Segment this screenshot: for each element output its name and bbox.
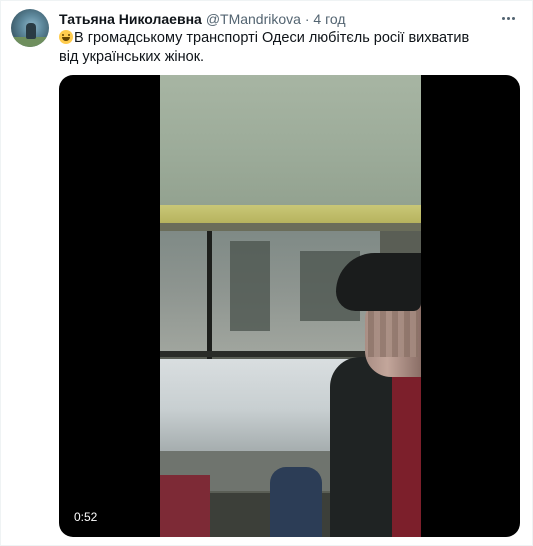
man-face-pixelated — [368, 307, 418, 357]
avatar-figure — [26, 23, 36, 39]
more-options-icon[interactable] — [496, 9, 520, 27]
tweet-header: Татьяна Николаевна @TMandrikova · 4 год — [59, 9, 346, 29]
tweet-timestamp[interactable]: 4 год — [313, 11, 345, 27]
author-display-name[interactable]: Татьяна Николаевна — [59, 11, 202, 27]
more-dot — [506, 16, 510, 20]
bus-ceiling — [160, 75, 421, 205]
tweet-card[interactable]: Татьяна Николаевна @TMandrikova · 4 год … — [0, 0, 533, 546]
tweet-text: В громадському транспорті Одеси любітєль… — [59, 29, 479, 67]
separator-dot: · — [300, 11, 314, 27]
grinning-face-icon — [59, 30, 73, 44]
avatar[interactable] — [11, 9, 49, 47]
more-dot — [511, 16, 515, 20]
window-divider — [160, 351, 380, 357]
window-mullion — [207, 231, 212, 361]
more-dot — [501, 16, 505, 20]
outside-building — [230, 241, 270, 331]
author-handle[interactable]: @TMandrikova — [206, 11, 301, 27]
man-cap — [336, 253, 421, 311]
man-red-scarf — [392, 375, 421, 537]
bus-window-frame-top — [160, 223, 421, 231]
passenger-red-coat — [160, 475, 210, 537]
video-player[interactable]: 0:52 — [59, 75, 520, 537]
video-frame — [160, 75, 421, 537]
video-duration-badge: 0:52 — [69, 507, 103, 527]
tweet-text-body: В громадському транспорті Одеси любітєль… — [59, 30, 470, 65]
bus-ceiling-strip — [160, 205, 421, 223]
bus-seat-back — [270, 467, 322, 537]
